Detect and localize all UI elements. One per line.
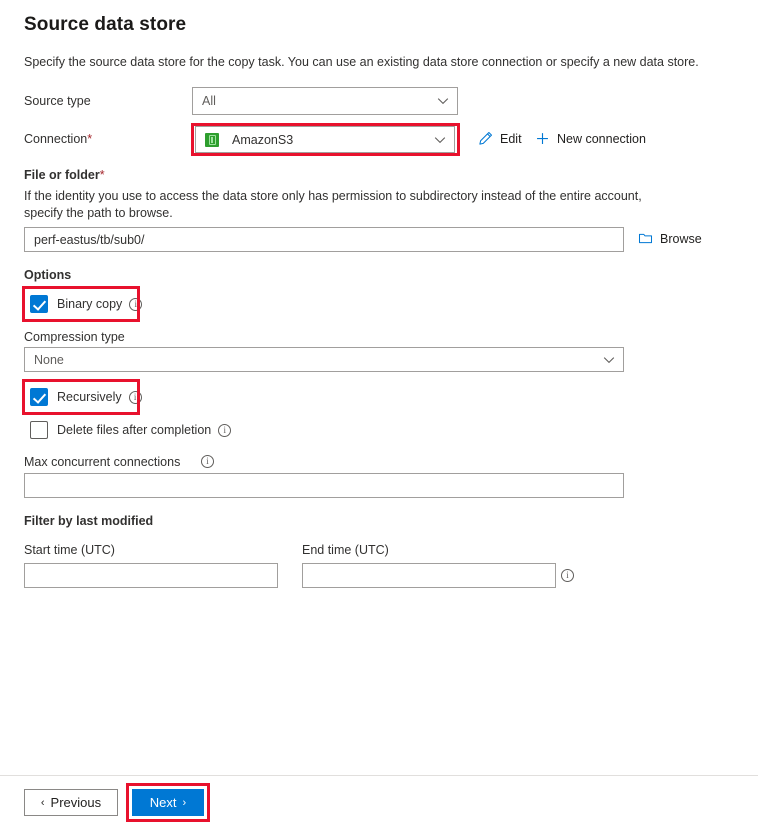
end-time-input[interactable]: [302, 563, 556, 588]
compression-type-label: Compression type: [24, 330, 125, 344]
connection-dropdown[interactable]: AmazonS3: [195, 126, 455, 153]
filter-by-last-modified-label: Filter by last modified: [24, 514, 154, 528]
connection-required-marker: *: [87, 132, 93, 146]
connection-value: AmazonS3: [232, 132, 294, 147]
recursively-checkbox[interactable]: [30, 388, 48, 406]
info-icon[interactable]: [218, 423, 232, 437]
binary-copy-checkbox-row[interactable]: Binary copy: [30, 295, 143, 313]
source-type-label: Source type: [24, 94, 91, 108]
new-connection-button[interactable]: New connection: [535, 131, 646, 146]
chevron-down-icon: [603, 354, 615, 366]
file-or-folder-required-marker: *: [99, 168, 105, 182]
file-or-folder-label: File or folder*: [24, 168, 105, 182]
compression-type-value: None: [34, 352, 64, 367]
delete-files-checkbox[interactable]: [30, 421, 48, 439]
info-icon[interactable]: [129, 297, 143, 311]
delete-files-label: Delete files after completion: [57, 423, 212, 437]
plus-icon: [535, 131, 550, 146]
info-icon[interactable]: [561, 569, 574, 582]
recursively-checkbox-row[interactable]: Recursively: [30, 388, 142, 406]
end-time-label: End time (UTC): [302, 543, 389, 557]
footer-divider: [0, 775, 758, 776]
connection-label: Connection*: [24, 132, 92, 146]
next-label: Next: [149, 795, 177, 810]
folder-icon: [638, 231, 653, 246]
chevron-right-icon: ›: [182, 796, 187, 809]
max-concurrent-connections-label: Max concurrent connections: [24, 455, 181, 469]
file-or-folder-label-text: File or folder: [24, 168, 100, 182]
browse-button[interactable]: Browse: [638, 231, 702, 246]
previous-label: Previous: [50, 795, 102, 810]
info-icon[interactable]: [201, 455, 214, 468]
source-type-dropdown[interactable]: All: [192, 87, 458, 115]
new-connection-label: New connection: [557, 131, 646, 146]
browse-label: Browse: [660, 231, 702, 246]
pencil-icon: [478, 131, 493, 146]
edit-connection-button[interactable]: Edit: [478, 131, 522, 146]
chevron-down-icon: [437, 95, 449, 107]
compression-type-dropdown[interactable]: None: [24, 347, 624, 372]
chevron-down-icon: [434, 134, 446, 146]
max-concurrent-connections-input[interactable]: [24, 473, 624, 498]
file-or-folder-input[interactable]: [24, 227, 624, 252]
edit-connection-label: Edit: [500, 131, 522, 146]
start-time-label: Start time (UTC): [24, 543, 115, 557]
next-button[interactable]: Next ›: [132, 789, 204, 816]
file-or-folder-helper-text: If the identity you use to access the da…: [24, 189, 642, 220]
binary-copy-label: Binary copy: [57, 297, 123, 311]
chevron-left-icon: ‹: [40, 796, 45, 809]
connection-label-text: Connection: [24, 132, 88, 146]
info-icon[interactable]: [128, 390, 142, 404]
source-data-store-page: Source data store Specify the source dat…: [0, 0, 758, 822]
binary-copy-checkbox[interactable]: [30, 295, 48, 313]
amazon-s3-icon: [205, 132, 219, 147]
recursively-label: Recursively: [57, 390, 122, 404]
source-type-value: All: [202, 94, 216, 108]
page-title: Source data store: [24, 14, 187, 35]
options-label: Options: [24, 268, 72, 282]
previous-button[interactable]: ‹ Previous: [24, 789, 118, 816]
page-description: Specify the source data store for the co…: [24, 55, 699, 69]
delete-files-checkbox-row[interactable]: Delete files after completion: [30, 421, 232, 439]
start-time-input[interactable]: [24, 563, 278, 588]
